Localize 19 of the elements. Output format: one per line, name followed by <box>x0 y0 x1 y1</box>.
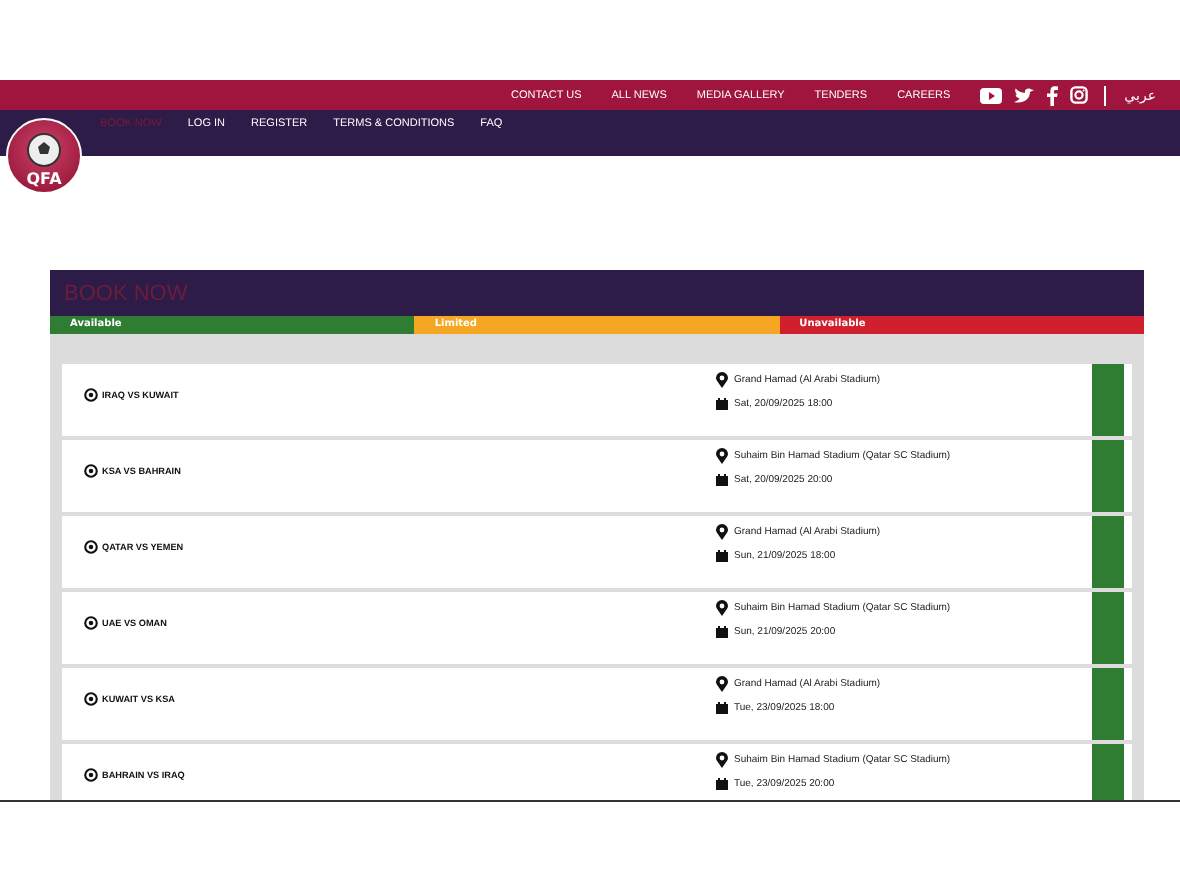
location-pin-icon <box>716 752 728 768</box>
instagram-icon[interactable] <box>1070 86 1089 104</box>
calendar-icon <box>716 702 728 714</box>
calendar-icon <box>716 626 728 638</box>
calendar-icon <box>716 398 728 410</box>
location-pin-icon <box>716 448 728 464</box>
logo-badge[interactable]: QFA <box>6 118 82 194</box>
booking-title: BOOK NOW <box>64 281 188 305</box>
location-pin-icon <box>716 372 728 388</box>
location-pin-icon <box>716 600 728 616</box>
logo-text: QFA <box>26 170 62 188</box>
twitter-icon[interactable] <box>1014 87 1035 103</box>
youtube-icon[interactable] <box>980 87 1003 103</box>
location-pin-icon <box>716 524 728 540</box>
calendar-icon <box>716 778 728 790</box>
calendar-icon <box>716 474 728 486</box>
calendar-icon <box>716 550 728 562</box>
location-pin-icon <box>716 676 728 692</box>
facebook-icon[interactable] <box>1046 85 1059 105</box>
